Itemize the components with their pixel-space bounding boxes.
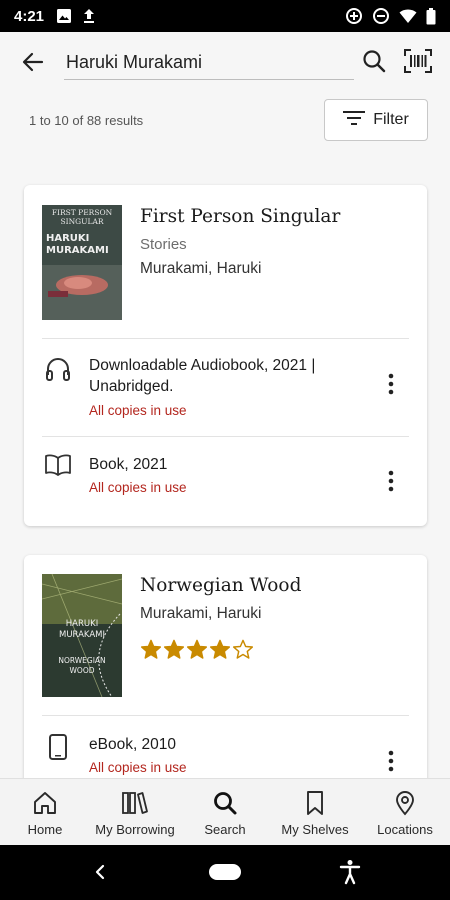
star-filled-icon (209, 639, 231, 665)
nav-label: Home (27, 822, 63, 837)
book-title[interactable]: First Person Singular (140, 206, 340, 227)
star-rating (140, 639, 254, 665)
nav-label: My Borrowing (95, 822, 175, 837)
headphones-icon (44, 356, 72, 382)
search-icon[interactable] (361, 48, 387, 74)
cover-text: MURAKAMI (46, 245, 109, 256)
filter-icon (343, 110, 366, 131)
book-cover[interactable]: HARUKI MURAKAMI NORWEGIAN WOOD (41, 573, 123, 698)
status-time: 4:21 (14, 7, 45, 25)
more-options-icon[interactable] (384, 469, 398, 493)
star-filled-icon (140, 639, 162, 665)
cover-text: NORWEGIAN (58, 656, 105, 665)
nav-label: Search (204, 822, 246, 837)
book-card[interactable]: FIRST PERSON SINGULAR HARUKI MURAKAMI Fi… (24, 185, 427, 526)
format-label: eBook, 2010 (89, 736, 177, 753)
book-open-icon (44, 452, 72, 478)
nav-label: My Shelves (281, 822, 349, 837)
search-icon (214, 792, 237, 815)
nav-home[interactable]: Home (0, 779, 90, 846)
nav-locations[interactable]: Locations (360, 779, 450, 846)
cover-text: HARUKI (66, 619, 98, 629)
filter-label: Filter (373, 111, 409, 128)
home-icon (34, 792, 56, 814)
bottom-navigation: Home My Borrowing Search My Shelves Loca… (0, 778, 450, 845)
book-title[interactable]: Norwegian Wood (140, 575, 301, 596)
book-subtitle: Stories (140, 236, 187, 253)
arrow-left-icon[interactable] (20, 49, 46, 75)
availability-status: All copies in use (89, 403, 187, 418)
system-home-button[interactable] (209, 864, 241, 880)
cover-text: SINGULAR (60, 217, 103, 226)
books-icon (122, 792, 148, 814)
format-label: Book, 2021 (89, 456, 168, 473)
nav-my-shelves[interactable]: My Shelves (270, 779, 360, 846)
accessibility-icon[interactable] (338, 859, 362, 885)
search-header (0, 32, 450, 92)
image-icon (56, 8, 72, 24)
cover-text: WOOD (70, 666, 95, 675)
tablet-icon (44, 734, 72, 760)
barcode-scan-icon[interactable] (403, 48, 433, 74)
search-input[interactable] (64, 46, 354, 80)
book-author: Murakami, Haruki (140, 260, 262, 277)
book-author: Murakami, Haruki (140, 605, 262, 622)
system-navigation-bar (0, 845, 450, 900)
wifi-icon (399, 8, 417, 24)
cover-text: HARUKI (46, 233, 89, 244)
format-row-book[interactable]: Book, 2021 All copies in use (24, 436, 427, 526)
star-filled-icon (163, 639, 185, 665)
nav-my-borrowing[interactable]: My Borrowing (90, 779, 180, 846)
battery-icon (426, 7, 436, 25)
more-options-icon[interactable] (384, 372, 398, 396)
nav-label: Locations (377, 822, 433, 837)
book-cover[interactable]: FIRST PERSON SINGULAR HARUKI MURAKAMI (42, 205, 122, 320)
bookmark-icon (307, 791, 323, 815)
more-options-icon[interactable] (384, 749, 398, 773)
status-bar: 4:21 (0, 0, 450, 32)
cover-text: FIRST PERSON (52, 208, 113, 217)
format-row-audiobook[interactable]: Downloadable Audiobook, 2021 | Unabridge… (24, 338, 427, 436)
star-filled-icon (186, 639, 208, 665)
system-back-icon[interactable] (92, 863, 108, 881)
star-empty-icon (232, 639, 254, 665)
filter-button[interactable]: Filter (324, 99, 428, 141)
location-pin-icon (396, 791, 414, 816)
do-not-disturb-icon (372, 7, 390, 25)
upload-icon (82, 8, 96, 24)
data-saver-icon (345, 7, 363, 25)
cover-text: MURAKAMI (59, 630, 105, 640)
nav-search[interactable]: Search (180, 779, 270, 846)
format-label: Downloadable Audiobook, 2021 | Unabridge… (89, 357, 316, 395)
result-count: 1 to 10 of 88 results (29, 113, 144, 128)
availability-status: All copies in use (89, 760, 187, 775)
availability-status: All copies in use (89, 480, 187, 495)
